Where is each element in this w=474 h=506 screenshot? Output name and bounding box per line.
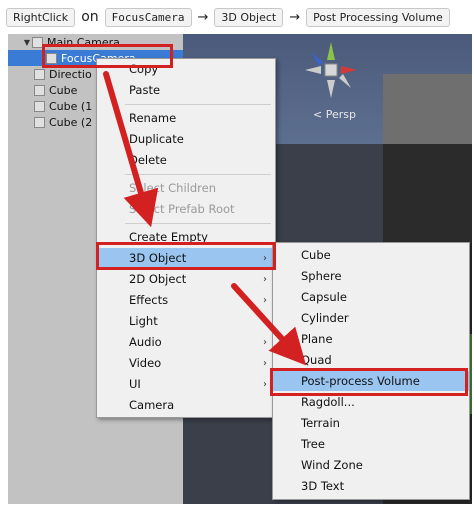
menu-separator bbox=[125, 223, 271, 224]
submenu-arrow-icon: › bbox=[263, 315, 267, 327]
menu-item-video[interactable]: Video › bbox=[97, 353, 275, 373]
hierarchy-item-label: Cube bbox=[49, 83, 78, 97]
gameobject-icon bbox=[34, 116, 45, 128]
step-3d-object: 3D Object bbox=[214, 7, 284, 27]
menu-item-3d-object[interactable]: 3D Object › bbox=[97, 248, 275, 268]
menu-separator bbox=[125, 104, 271, 105]
gameobject-icon bbox=[34, 84, 45, 96]
menu-item-duplicate[interactable]: Duplicate bbox=[97, 129, 275, 149]
hierarchy-item-cube-1[interactable]: Cube (1 bbox=[34, 98, 92, 114]
submenu-arrow-icon: › bbox=[263, 252, 267, 264]
target-focuscamera: FocusCamera bbox=[104, 7, 192, 27]
submenu-item-cube[interactable]: Cube bbox=[273, 245, 469, 265]
submenu-arrow-icon: › bbox=[263, 378, 267, 390]
submenu-item-cylinder[interactable]: Cylinder bbox=[273, 308, 469, 328]
gameobject-icon bbox=[34, 100, 45, 112]
hierarchy-item-directional-light[interactable]: Directio bbox=[34, 66, 92, 82]
scene-gizmo-icon[interactable] bbox=[301, 40, 361, 100]
scene-object bbox=[383, 74, 472, 144]
submenu-3d-object: Cube Sphere Capsule Cylinder Plane Quad … bbox=[272, 242, 470, 500]
hierarchy-item-main-camera[interactable]: ▼ Main Camera bbox=[22, 34, 183, 50]
menu-item-light[interactable]: Light › bbox=[97, 311, 275, 331]
gameobject-icon bbox=[46, 52, 57, 64]
submenu-arrow-icon: › bbox=[263, 336, 267, 348]
hierarchy-item-label: Directio bbox=[49, 67, 92, 81]
submenu-item-wind-zone[interactable]: Wind Zone bbox=[273, 455, 469, 475]
expand-arrow-icon[interactable]: ▼ bbox=[22, 38, 32, 47]
hierarchy-item-label: Cube (2 bbox=[49, 115, 93, 129]
gameobject-icon bbox=[32, 36, 43, 48]
menu-item-delete[interactable]: Delete bbox=[97, 150, 275, 170]
persp-label[interactable]: < Persp bbox=[313, 108, 356, 121]
menu-item-effects[interactable]: Effects › bbox=[97, 290, 275, 310]
instruction-bar: RightClick on FocusCamera → 3D Object → … bbox=[6, 6, 450, 28]
menu-item-copy[interactable]: Copy bbox=[97, 59, 275, 79]
hierarchy-item-cube-2[interactable]: Cube (2 bbox=[34, 114, 92, 130]
menu-separator bbox=[125, 174, 271, 175]
hierarchy-item-label: Cube (1 bbox=[49, 99, 93, 113]
menu-item-create-empty[interactable]: Create Empty bbox=[97, 227, 275, 247]
context-menu: Copy Paste Rename Duplicate Delete Selec… bbox=[96, 58, 276, 418]
arrow-separator: → bbox=[197, 9, 209, 25]
submenu-item-terrain[interactable]: Terrain bbox=[273, 413, 469, 433]
word-on: on bbox=[81, 9, 99, 25]
persp-icon: < bbox=[313, 108, 326, 121]
menu-item-audio[interactable]: Audio › bbox=[97, 332, 275, 352]
submenu-item-quad[interactable]: Quad bbox=[273, 350, 469, 370]
menu-item-select-children: Select Children bbox=[129, 181, 216, 195]
arrow-separator: → bbox=[289, 9, 301, 25]
submenu-item-post-process-volume[interactable]: Post-process Volume bbox=[273, 371, 469, 391]
hierarchy-item-cube[interactable]: Cube bbox=[34, 82, 77, 98]
menu-item-paste[interactable]: Paste bbox=[97, 80, 275, 100]
menu-item-ui[interactable]: UI › bbox=[97, 374, 275, 394]
step-post-processing-volume: Post Processing Volume bbox=[306, 7, 450, 27]
submenu-arrow-icon: › bbox=[263, 357, 267, 369]
submenu-arrow-icon: › bbox=[263, 294, 267, 306]
step-rightclick: RightClick bbox=[6, 7, 76, 27]
submenu-item-tree[interactable]: Tree bbox=[273, 434, 469, 454]
unity-editor: ▼ Main Camera FocusCamera Directio Cube … bbox=[8, 34, 472, 504]
menu-item-camera[interactable]: Camera bbox=[97, 395, 275, 415]
gameobject-icon bbox=[34, 68, 45, 80]
menu-item-2d-object[interactable]: 2D Object › bbox=[97, 269, 275, 289]
menu-item-rename[interactable]: Rename bbox=[97, 108, 275, 128]
submenu-arrow-icon: › bbox=[263, 273, 267, 285]
submenu-item-sphere[interactable]: Sphere bbox=[273, 266, 469, 286]
submenu-item-plane[interactable]: Plane bbox=[273, 329, 469, 349]
submenu-item-ragdoll[interactable]: Ragdoll... bbox=[273, 392, 469, 412]
hierarchy-item-label: Main Camera bbox=[47, 35, 120, 49]
submenu-item-capsule[interactable]: Capsule bbox=[273, 287, 469, 307]
submenu-item-3d-text[interactable]: 3D Text bbox=[273, 476, 469, 496]
menu-item-select-prefab-root: Select Prefab Root bbox=[129, 202, 235, 216]
